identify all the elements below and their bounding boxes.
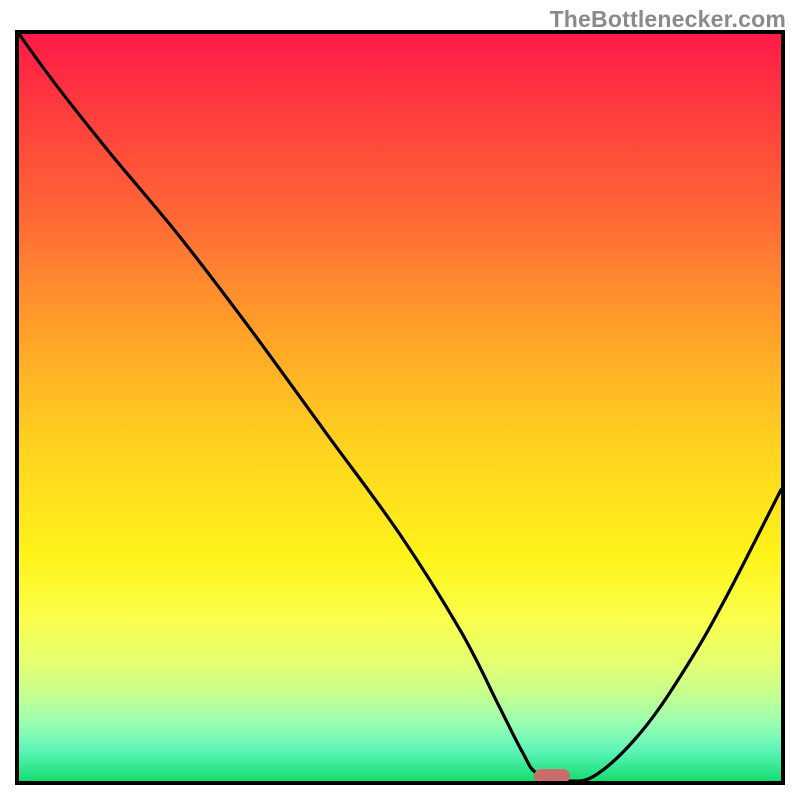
optimal-marker [534, 769, 570, 783]
chart-frame [15, 30, 785, 785]
watermark-text: TheBottlenecker.com [550, 6, 786, 33]
chart-background-gradient [19, 34, 781, 781]
